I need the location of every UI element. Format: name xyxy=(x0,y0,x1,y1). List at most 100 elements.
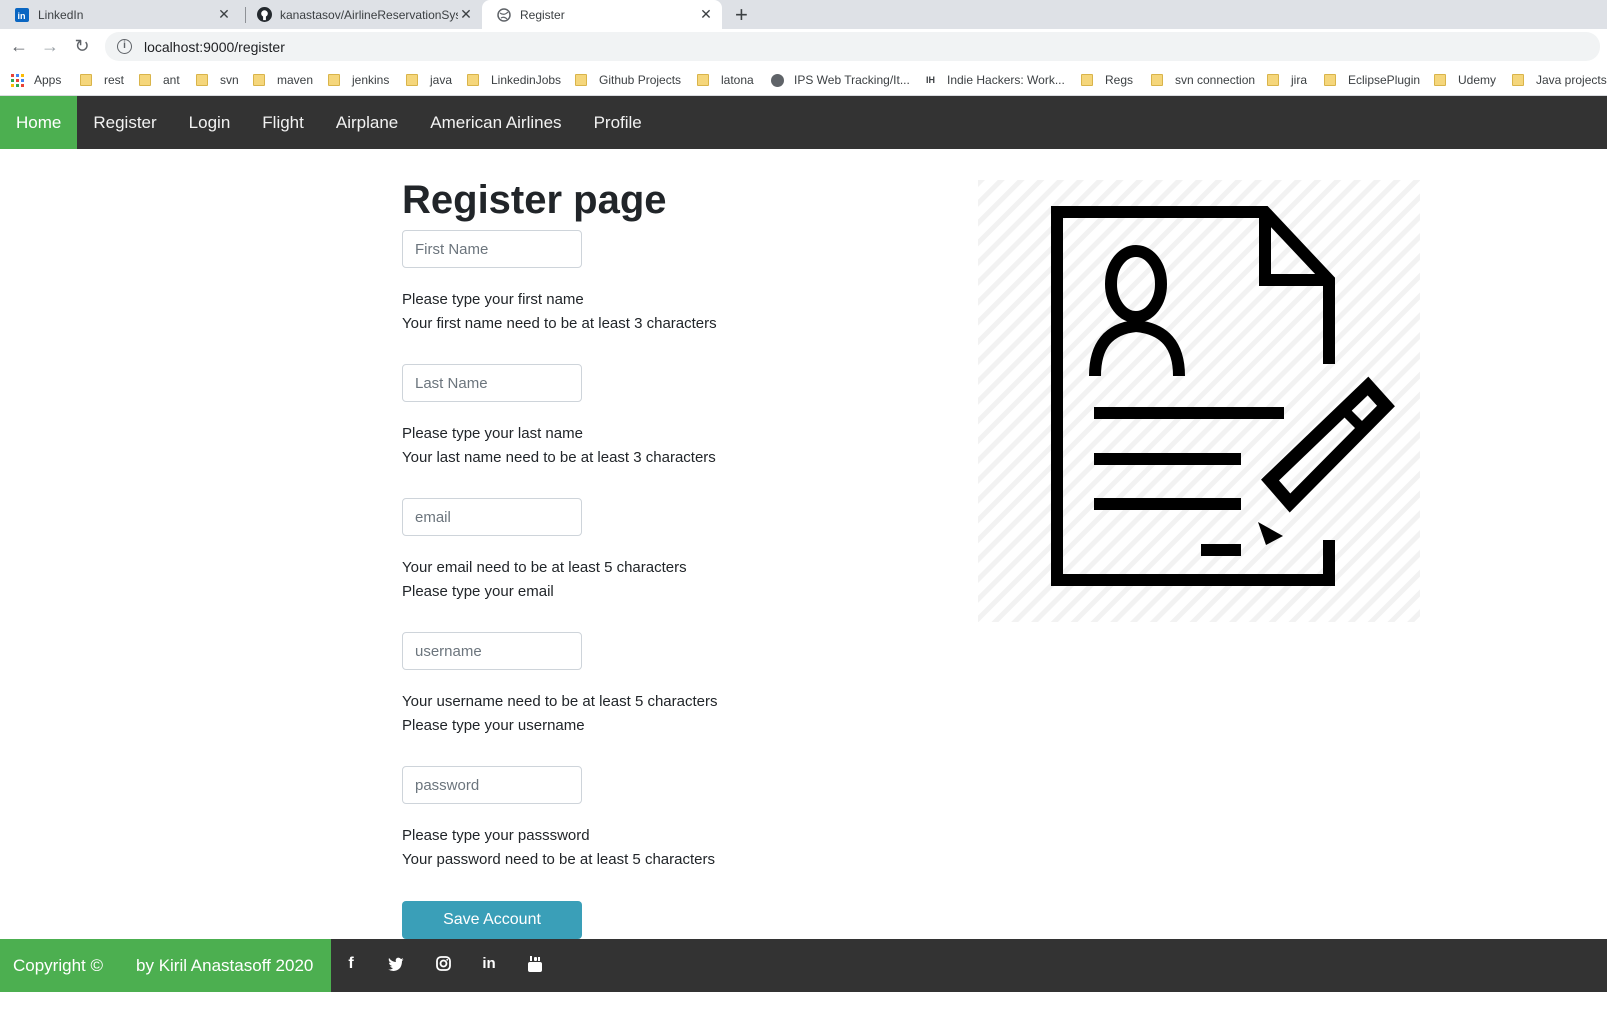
bookmark-label: svn xyxy=(220,73,239,87)
folder-icon xyxy=(1267,74,1279,86)
bookmark-label: latona xyxy=(721,73,754,87)
bookmark-apps[interactable]: Apps xyxy=(11,70,61,90)
save-account-button[interactable]: Save Account xyxy=(402,901,582,939)
first-name-input[interactable] xyxy=(402,230,582,268)
email-input[interactable] xyxy=(402,498,582,536)
bookmark-label: Github Projects xyxy=(599,73,682,87)
last-name-input[interactable] xyxy=(402,364,582,402)
password-group: Please type your passsword Your password… xyxy=(402,766,715,872)
folder-icon xyxy=(1512,74,1524,86)
first-name-group: Please type your first name Your first n… xyxy=(402,230,717,336)
copyright-block: Copyright © by Kiril Anastasoff 2020 xyxy=(0,939,331,992)
nav-home[interactable]: Home xyxy=(0,96,78,149)
address-bar[interactable]: i localhost:9000/register xyxy=(105,32,1600,61)
bookmark-folder[interactable]: rest xyxy=(80,70,124,90)
bookmark-label: jenkins xyxy=(352,73,390,87)
nav-airplane[interactable]: Airplane xyxy=(320,96,414,149)
register-form: Register page Please type your first nam… xyxy=(402,176,902,939)
folder-icon xyxy=(328,74,340,86)
username-hint: Please type your username xyxy=(402,717,585,734)
bookmark-label: Regs xyxy=(1105,73,1134,87)
copyright-text: Copyright © xyxy=(13,955,104,975)
bookmark-label: LinkedinJobs xyxy=(491,73,562,87)
close-icon[interactable]: ✕ xyxy=(458,6,474,23)
bookmark-label: rest xyxy=(104,73,125,87)
bookmark-folder[interactable]: Github Projects xyxy=(575,70,681,90)
folder-icon xyxy=(1324,74,1336,86)
last-name-hint: Please type your last name xyxy=(402,425,583,442)
bookmark-label: java xyxy=(430,73,453,87)
bookmark-folder[interactable]: maven xyxy=(253,70,313,90)
folder-icon xyxy=(196,74,208,86)
bookmark-folder[interactable]: Regs xyxy=(1081,70,1133,90)
bookmark-folder[interactable]: svn xyxy=(196,70,239,90)
first-name-hint: Please type your first name xyxy=(402,291,584,308)
nav-login[interactable]: Login xyxy=(173,96,247,149)
bookmark-folder[interactable]: latona xyxy=(697,70,754,90)
reload-icon[interactable]: ↻ xyxy=(71,35,93,57)
last-name-rule: Your last name need to be at least 3 cha… xyxy=(402,449,716,466)
password-input[interactable] xyxy=(402,766,582,804)
close-icon[interactable]: ✕ xyxy=(216,6,232,23)
nav-american-airlines[interactable]: American Airlines xyxy=(414,96,577,149)
bookmark-folder[interactable]: Java projects xyxy=(1512,70,1607,90)
folder-icon xyxy=(253,74,265,86)
bookmark-link[interactable]: IPS Web Tracking/It... xyxy=(771,70,910,90)
folder-icon xyxy=(575,74,587,86)
youtube-icon[interactable] xyxy=(524,953,546,975)
folder-icon xyxy=(1434,74,1446,86)
twitter-icon[interactable] xyxy=(385,953,407,975)
folder-icon xyxy=(1081,74,1093,86)
folder-icon xyxy=(1151,74,1163,86)
bookmark-folder[interactable]: LinkedinJobs xyxy=(467,70,561,90)
new-tab-button[interactable]: + xyxy=(735,2,748,28)
tab-register[interactable]: Register ✕ xyxy=(482,0,722,29)
apps-icon xyxy=(11,73,24,87)
folder-icon xyxy=(697,74,709,86)
folder-icon xyxy=(406,74,418,86)
forward-icon[interactable]: → xyxy=(39,35,61,57)
github-icon xyxy=(256,7,272,23)
bookmark-folder[interactable]: EclipsePlugin xyxy=(1324,70,1420,90)
bookmark-folder[interactable]: jira xyxy=(1267,70,1307,90)
globe-icon xyxy=(496,7,512,23)
bookmark-label: IPS Web Tracking/It... xyxy=(794,73,910,87)
bookmark-label: svn connection xyxy=(1175,73,1256,87)
bookmark-link[interactable]: IH Indie Hackers: Work... xyxy=(926,70,1065,90)
username-input[interactable] xyxy=(402,632,582,670)
svg-text:in: in xyxy=(18,11,26,21)
tab-github[interactable]: kanastasov/AirlineReservationSys ✕ xyxy=(242,0,482,29)
nav-flight[interactable]: Flight xyxy=(246,96,320,149)
site-footer: Copyright © by Kiril Anastasoff 2020 f i… xyxy=(0,939,1607,992)
folder-icon xyxy=(139,74,151,86)
nav-register[interactable]: Register xyxy=(77,96,172,149)
email-hint: Please type your email xyxy=(402,583,554,600)
bookmark-folder[interactable]: jenkins xyxy=(328,70,389,90)
last-name-group: Please type your last name Your last nam… xyxy=(402,364,716,470)
close-icon[interactable]: ✕ xyxy=(698,6,714,23)
indie-hackers-icon: IH xyxy=(926,75,935,85)
tab-title: kanastasov/AirlineReservationSys xyxy=(280,7,458,22)
bookmark-folder[interactable]: svn connection xyxy=(1151,70,1255,90)
bookmark-label: Indie Hackers: Work... xyxy=(947,73,1065,87)
linkedin-icon[interactable]: in xyxy=(478,953,500,975)
username-rule: Your username need to be at least 5 char… xyxy=(402,693,718,710)
folder-icon xyxy=(80,74,92,86)
bookmark-folder[interactable]: java xyxy=(406,70,452,90)
info-icon[interactable]: i xyxy=(117,39,132,54)
email-group: Your email need to be at least 5 charact… xyxy=(402,498,687,604)
page-bottom-space xyxy=(0,992,1607,1021)
browser-toolbar: ← → ↻ i localhost:9000/register xyxy=(0,29,1607,64)
bookmark-label: maven xyxy=(277,73,314,87)
bookmark-folder[interactable]: ant xyxy=(139,70,180,90)
facebook-icon[interactable]: f xyxy=(340,953,362,975)
back-icon[interactable]: ← xyxy=(8,35,30,57)
tab-linkedin[interactable]: in LinkedIn ✕ xyxy=(0,0,240,29)
tab-title: Register xyxy=(520,7,565,22)
nav-profile[interactable]: Profile xyxy=(578,96,658,149)
first-name-rule: Your first name need to be at least 3 ch… xyxy=(402,315,717,332)
password-rule: Your password need to be at least 5 char… xyxy=(402,851,715,868)
instagram-icon[interactable] xyxy=(432,953,454,975)
globe-icon xyxy=(771,73,784,87)
bookmark-folder[interactable]: Udemy xyxy=(1434,70,1496,90)
